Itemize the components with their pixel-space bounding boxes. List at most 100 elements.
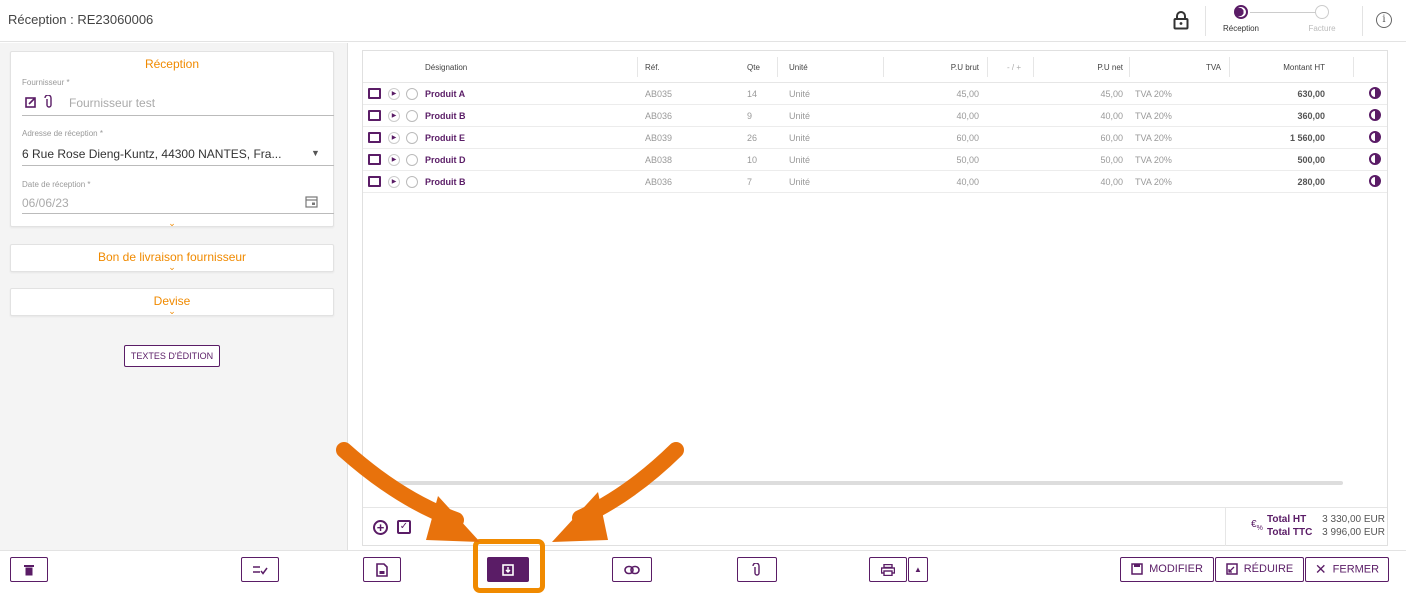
print-menu-button[interactable]: ▲ [908, 557, 928, 582]
document-button[interactable] [363, 557, 401, 582]
cell-pu-brut[interactable]: 60,00 [923, 133, 979, 143]
chevron-down-icon[interactable]: ⌄ [167, 262, 177, 272]
cell-pu-brut[interactable]: 40,00 [923, 177, 979, 187]
print-button[interactable] [869, 557, 907, 582]
document-icon[interactable] [368, 88, 381, 99]
delivery-note-card[interactable]: Bon de livraison fournisseur ⌄ [10, 244, 334, 272]
divider [987, 57, 988, 77]
minimize-icon [1225, 563, 1238, 575]
cell-qty[interactable]: 14 [747, 89, 757, 99]
info-icon[interactable]: i [1376, 12, 1392, 28]
document-icon[interactable] [368, 154, 381, 165]
lock-icon[interactable] [1172, 10, 1190, 30]
card-title: Réception [144, 57, 200, 71]
paperclip-icon[interactable] [44, 95, 54, 109]
expand-icon[interactable]: ▶ [388, 176, 400, 188]
address-select[interactable]: 6 Rue Rose Dieng-Kuntz, 44300 NANTES, Fr… [22, 147, 281, 161]
edit-icon[interactable] [25, 96, 37, 108]
col-unit[interactable]: Unité [789, 63, 808, 72]
attachment-button[interactable] [737, 557, 777, 582]
expand-icon[interactable]: ▶ [388, 154, 400, 166]
cell-tva[interactable]: TVA 20% [1135, 133, 1172, 143]
currency-card[interactable]: Devise ⌄ [10, 288, 334, 316]
cell-designation[interactable]: Produit D [425, 155, 466, 165]
total-ht-label: Total HT [1267, 514, 1307, 525]
chevron-down-icon[interactable]: ⌄ [167, 218, 177, 228]
cell-designation[interactable]: Produit B [425, 111, 466, 121]
step-label: Facture [1308, 24, 1336, 33]
cell-montant: 1 560,00 [1289, 133, 1325, 143]
cell-unit: Unité [789, 111, 811, 121]
radio-icon[interactable] [406, 176, 418, 188]
cell-pu-brut[interactable]: 45,00 [923, 89, 979, 99]
table-row[interactable]: ▶ Produit E AB039 26 Unité 60,00 60,00 TVA 20% 1… [363, 127, 1387, 149]
close-button[interactable]: ✕ FERMER [1305, 557, 1389, 582]
page-title: Réception : RE23060006 [8, 12, 154, 27]
step-facture[interactable]: Facture [1302, 5, 1342, 33]
cell-qty[interactable]: 26 [747, 133, 757, 143]
status-icon[interactable] [1369, 131, 1381, 143]
expand-icon[interactable]: ▶ [388, 110, 400, 122]
radio-icon[interactable] [406, 154, 418, 166]
table-row[interactable]: ▶ Produit B AB036 7 Unité 40,00 40,00 TVA 20% 28… [363, 171, 1387, 193]
cell-pu-brut[interactable]: 50,00 [923, 155, 979, 165]
radio-icon[interactable] [406, 110, 418, 122]
dropdown-arrow-icon[interactable]: ▼ [311, 148, 320, 158]
link-button[interactable] [612, 557, 652, 582]
step-reception[interactable]: Réception [1220, 5, 1262, 33]
status-icon[interactable] [1369, 87, 1381, 99]
supplier-field[interactable]: Fournisseur test [69, 96, 155, 110]
col-tva[interactable]: TVA [1197, 63, 1221, 72]
col-designation[interactable]: Désignation [425, 63, 467, 72]
divider [1225, 508, 1226, 546]
modify-button[interactable]: MODIFIER [1120, 557, 1214, 582]
radio-icon[interactable] [406, 132, 418, 144]
table-row[interactable]: ▶ Produit D AB038 10 Unité 50,00 50,00 TVA 20% 5… [363, 149, 1387, 171]
empty-circle-icon [1315, 5, 1329, 19]
delete-button[interactable] [10, 557, 48, 582]
date-field[interactable]: 06/06/23 [22, 196, 69, 210]
cell-designation[interactable]: Produit B [425, 177, 466, 187]
col-montant[interactable]: Montant HT [1265, 63, 1325, 72]
validate-lines-button[interactable] [241, 557, 279, 582]
divider [1362, 6, 1363, 36]
reduce-label: RÉDUIRE [1243, 563, 1294, 575]
cell-pu-net: 40,00 [1100, 111, 1123, 121]
table-row[interactable]: ▶ Produit A AB035 14 Unité 45,00 45,00 TVA 20% 6… [363, 83, 1387, 105]
cell-qty[interactable]: 9 [747, 111, 752, 121]
row-icons: ▶ [368, 131, 428, 145]
cell-tva[interactable]: TVA 20% [1135, 177, 1172, 187]
cell-designation[interactable]: Produit A [425, 89, 465, 99]
edit-texts-button[interactable]: TEXTES D'ÉDITION [124, 345, 220, 367]
total-ttc-value: 3 996,00 EUR [1322, 527, 1385, 538]
status-icon[interactable] [1369, 153, 1381, 165]
expand-icon[interactable]: ▶ [388, 88, 400, 100]
chevron-down-icon[interactable]: ⌄ [167, 306, 177, 316]
expand-icon[interactable]: ▶ [388, 132, 400, 144]
cell-tva[interactable]: TVA 20% [1135, 111, 1172, 121]
half-circle-icon [1234, 5, 1248, 19]
divider [1353, 57, 1354, 77]
reduce-button[interactable]: RÉDUIRE [1215, 557, 1304, 582]
col-minus-plus[interactable]: - / + [1007, 63, 1021, 72]
col-qty[interactable]: Qte [747, 63, 760, 72]
field-underline [22, 213, 334, 214]
col-ref[interactable]: Réf. [645, 63, 660, 72]
cell-tva[interactable]: TVA 20% [1135, 155, 1172, 165]
document-icon[interactable] [368, 176, 381, 187]
cell-qty[interactable]: 10 [747, 155, 757, 165]
col-pu-brut[interactable]: P.U brut [933, 63, 979, 72]
status-icon[interactable] [1369, 175, 1381, 187]
cell-tva[interactable]: TVA 20% [1135, 89, 1172, 99]
calendar-icon[interactable] [305, 195, 318, 208]
cell-pu-brut[interactable]: 40,00 [923, 111, 979, 121]
document-icon[interactable] [368, 110, 381, 121]
col-pu-net[interactable]: P.U net [1083, 63, 1123, 72]
status-icon[interactable] [1369, 109, 1381, 121]
divider [883, 57, 884, 77]
document-icon[interactable] [368, 132, 381, 143]
cell-designation[interactable]: Produit E [425, 133, 465, 143]
radio-icon[interactable] [406, 88, 418, 100]
cell-qty[interactable]: 7 [747, 177, 752, 187]
table-row[interactable]: ▶ Produit B AB036 9 Unité 40,00 40,00 TVA 20% 36… [363, 105, 1387, 127]
